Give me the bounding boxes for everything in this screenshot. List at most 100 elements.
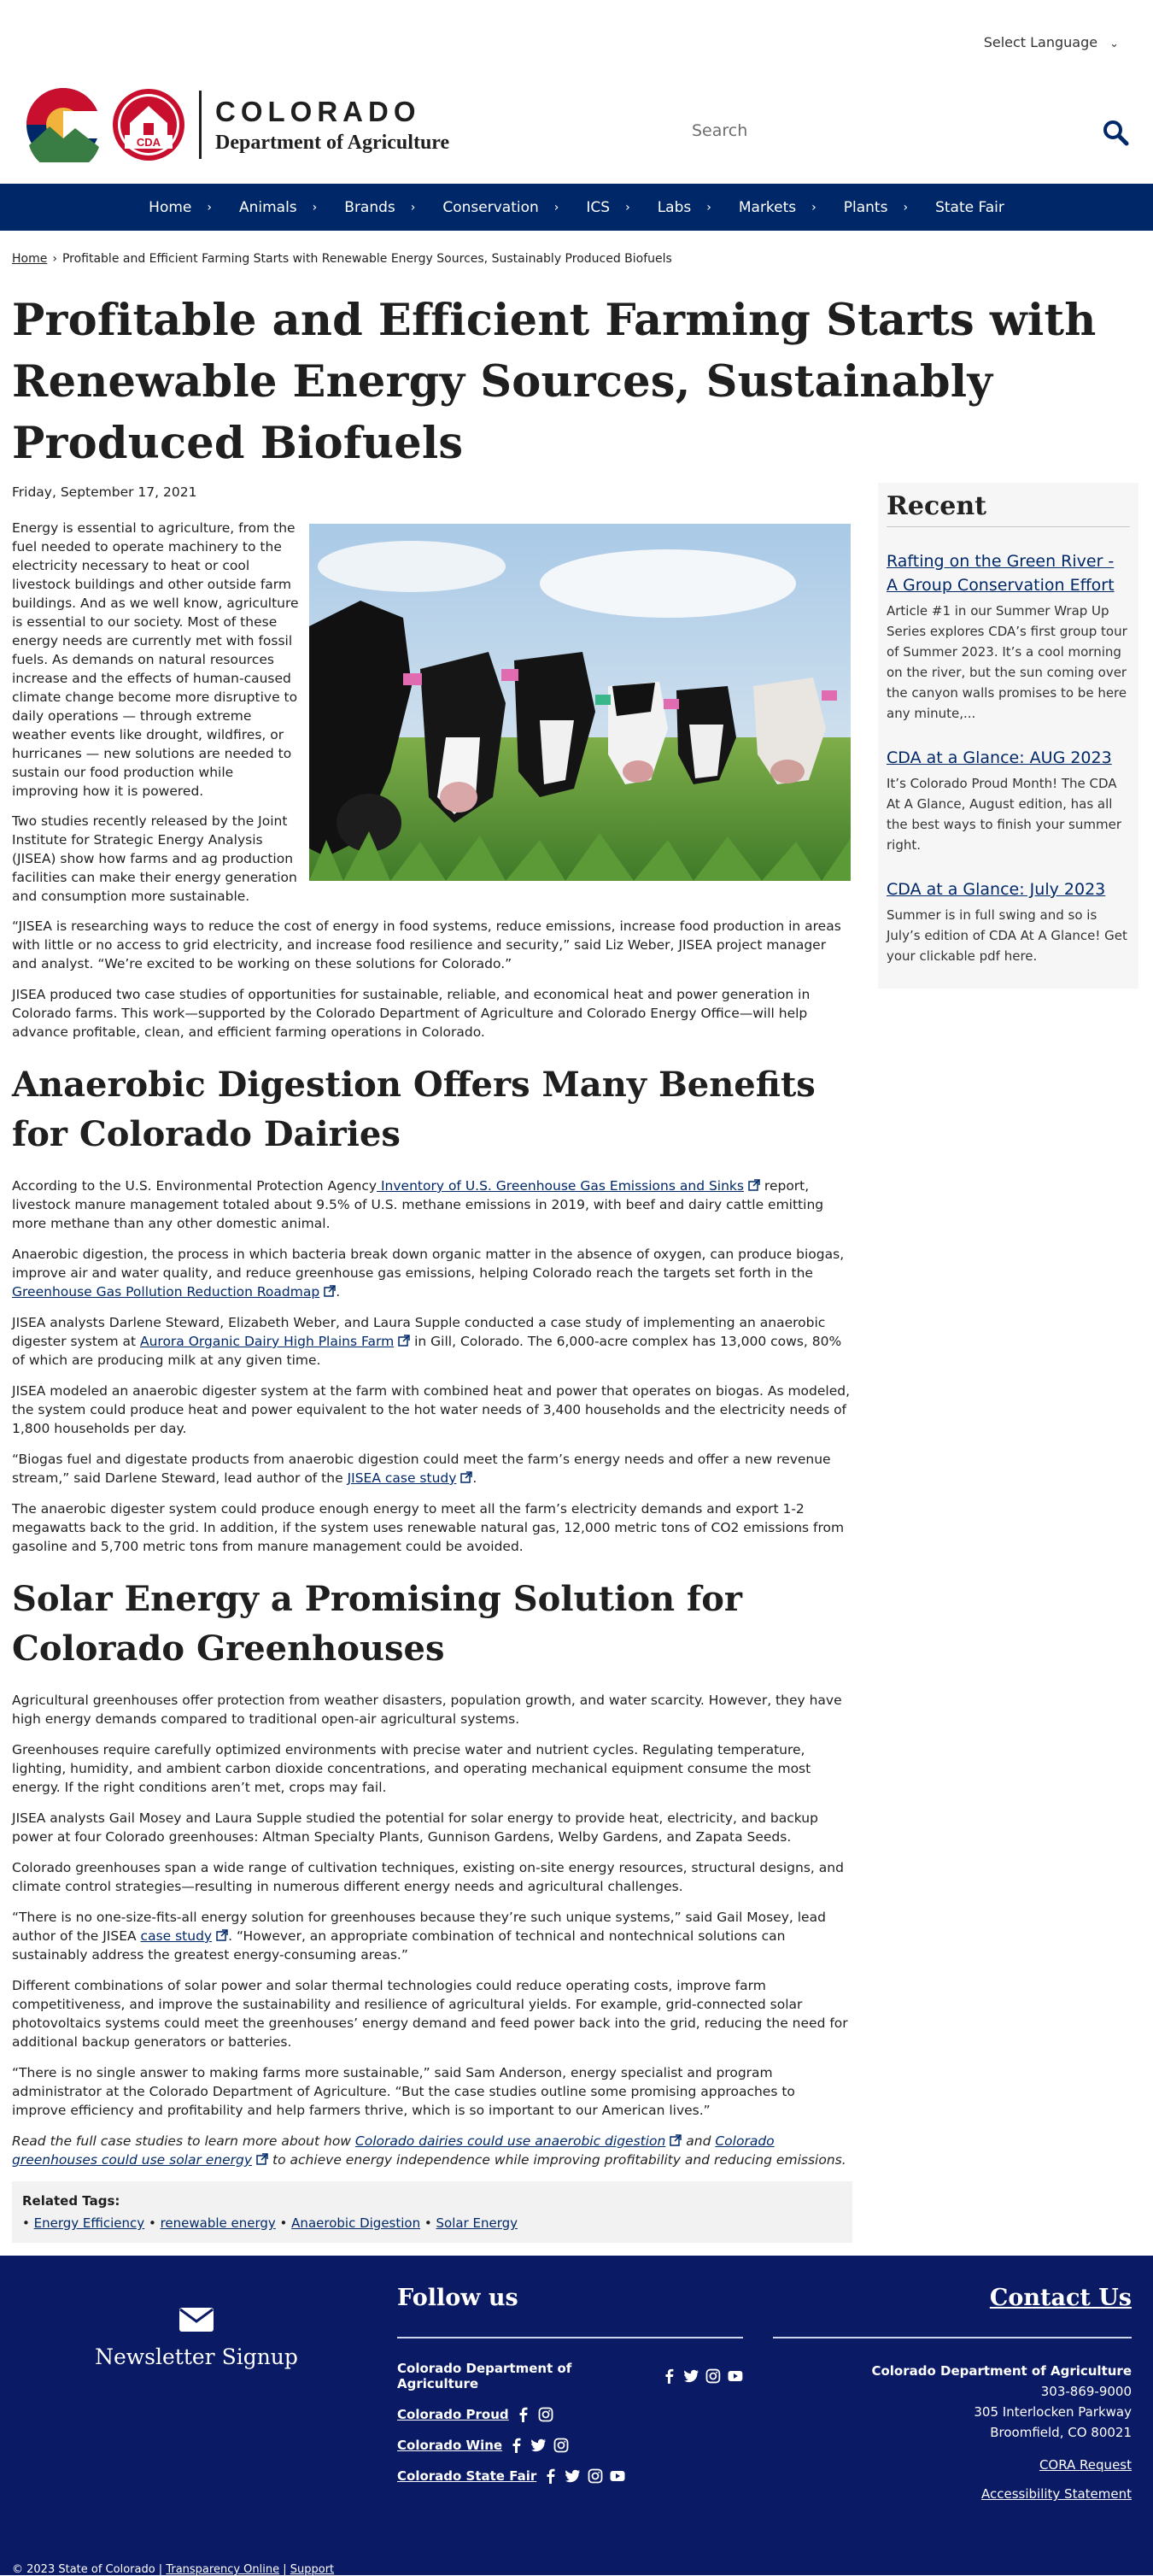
link-label: Colorado dairies could use anaerobic dig… xyxy=(354,2133,666,2149)
chevron-right-icon: › xyxy=(903,200,909,214)
sidebar-heading: Recent xyxy=(887,491,1130,527)
instagram-icon[interactable] xyxy=(705,2368,721,2384)
dairies-digestion-link[interactable]: Colorado dairies could use anaerobic dig… xyxy=(355,2133,682,2149)
article-paragraph: The anaerobic digester system could prod… xyxy=(12,1501,845,1554)
transparency-online-link[interactable]: Transparency Online xyxy=(166,2563,279,2576)
support-link[interactable]: Support xyxy=(290,2563,334,2576)
colorado-c-icon xyxy=(26,88,102,162)
search-icon xyxy=(1103,120,1129,145)
link-label: Greenhouse Gas Pollution Reduction Roadm… xyxy=(12,1284,320,1300)
aurora-dairy-link[interactable]: Aurora Organic Dairy High Plains Farm xyxy=(140,1334,410,1349)
article-paragraph: JISEA analysts Darlene Steward, Elizabet… xyxy=(12,1313,852,1370)
text: According to the U.S. Environmental Prot… xyxy=(12,1178,378,1194)
facebook-icon[interactable] xyxy=(516,2407,531,2422)
contact-block: Contact Us Colorado Department of Agricu… xyxy=(773,2285,1132,2504)
external-link-icon xyxy=(256,2153,268,2165)
chevron-right-icon: › xyxy=(811,200,816,214)
facebook-icon[interactable] xyxy=(662,2368,677,2384)
tag-link[interactable]: Solar Energy xyxy=(436,2215,518,2231)
related-tags-label: Related Tags: xyxy=(22,2193,120,2209)
follow-us: Follow us Colorado Department of Agricul… xyxy=(397,2285,743,2499)
jisea-case-study-link[interactable]: JISEA case study xyxy=(348,1470,473,1486)
cows-hero-image xyxy=(309,524,851,881)
tag-link[interactable]: Anaerobic Digestion xyxy=(291,2215,420,2231)
social-row-label: Colorado Department of Agriculture xyxy=(397,2361,572,2391)
colorado-proud-link[interactable]: Colorado Proud xyxy=(397,2407,509,2422)
article-paragraph: JISEA analysts Gail Mosey and Laura Supp… xyxy=(12,1810,818,1845)
article-paragraph: “Biogas fuel and digestate products from… xyxy=(12,1450,852,1488)
newsletter-signup[interactable]: Newsletter Signup xyxy=(68,2307,325,2369)
nav-item-labs[interactable]: Labs › xyxy=(658,199,711,216)
tag-list: • Energy Efficiency • renewable energy •… xyxy=(22,2215,518,2231)
greenhouse-case-study-link[interactable]: case study xyxy=(141,1928,229,1944)
youtube-icon[interactable] xyxy=(610,2468,625,2484)
colorado-state-fair-link[interactable]: Colorado State Fair xyxy=(397,2468,536,2484)
chevron-right-icon: › xyxy=(553,200,559,214)
recent-item: CDA at a Glance: AUG 2023 It’s Colorado … xyxy=(887,746,1130,855)
social-row: Colorado State Fair xyxy=(397,2468,743,2484)
facebook-icon[interactable] xyxy=(509,2438,524,2453)
colorado-wine-link[interactable]: Colorado Wine xyxy=(397,2438,502,2453)
article-paragraph: Different combinations of solar power an… xyxy=(12,1978,848,2050)
epa-inventory-link[interactable]: Inventory of U.S. Greenhouse Gas Emissio… xyxy=(377,1178,760,1194)
twitter-icon[interactable] xyxy=(683,2368,699,2384)
follow-heading: Follow us xyxy=(397,2285,518,2311)
nav-item-ics[interactable]: ICS › xyxy=(586,199,629,216)
nav-item-plants[interactable]: Plants › xyxy=(844,199,908,216)
instagram-icon[interactable] xyxy=(588,2468,603,2484)
nav-label: Animals xyxy=(238,198,297,216)
instagram-icon[interactable] xyxy=(538,2407,553,2422)
twitter-icon[interactable] xyxy=(531,2438,547,2453)
nav-label: ICS xyxy=(586,198,611,216)
instagram-icon[interactable] xyxy=(553,2438,569,2453)
contact-us-link[interactable]: Contact Us xyxy=(990,2285,1132,2311)
nav-label: Plants xyxy=(843,198,888,216)
recent-item: Rafting on the Green River - A Group Con… xyxy=(887,549,1130,724)
cora-request-link[interactable]: CORA Request xyxy=(1039,2457,1132,2473)
link-label: case study xyxy=(140,1928,213,1944)
youtube-icon[interactable] xyxy=(728,2368,743,2384)
recent-item-link[interactable]: CDA at a Glance: July 2023 xyxy=(887,877,1130,901)
ghg-roadmap-link[interactable]: Greenhouse Gas Pollution Reduction Roadm… xyxy=(12,1284,336,1300)
colorado-agriculture-logo[interactable]: CDA COLORADO Department of Agriculture xyxy=(24,85,468,162)
tag-link[interactable]: renewable energy xyxy=(161,2215,276,2231)
nav-item-brands[interactable]: Brands › xyxy=(344,199,415,216)
article-paragraph: Agricultural greenhouses offer protectio… xyxy=(12,1693,842,1727)
article-paragraph: “There is no single answer to making far… xyxy=(12,2065,795,2118)
nav-item-conservation[interactable]: Conservation › xyxy=(442,199,559,216)
nav-item-state-fair[interactable]: State Fair xyxy=(935,199,1004,216)
chevron-right-icon: › xyxy=(312,200,318,214)
search-button[interactable] xyxy=(1098,116,1133,150)
contact-phone: 303-869-9000 xyxy=(1040,2384,1132,2399)
breadcrumb: Home › Profitable and Efficient Farming St… xyxy=(0,252,1153,266)
text: . xyxy=(472,1470,477,1486)
language-select[interactable]: Select Language ⌄ xyxy=(984,34,1119,50)
chevron-right-icon: › xyxy=(706,200,711,214)
social-row: Colorado Proud xyxy=(397,2407,743,2422)
tag-link[interactable]: Energy Efficiency xyxy=(34,2215,145,2231)
breadcrumb-home-link[interactable]: Home xyxy=(12,252,47,266)
cda-barn-icon xyxy=(113,89,184,161)
site-footer: Newsletter Signup Follow us Colorado Dep… xyxy=(0,2256,1153,2576)
contact-heading: Contact Us xyxy=(773,2285,1132,2311)
article-paragraph: “There is no one-size-fits-all energy so… xyxy=(12,1908,852,1964)
external-link-icon xyxy=(460,1471,473,1483)
link-label: Aurora Organic Dairy High Plains Farm xyxy=(139,1334,395,1349)
text: to achieve energy independence while imp… xyxy=(268,2152,846,2168)
twitter-icon[interactable] xyxy=(565,2468,581,2484)
link-label: Inventory of U.S. Greenhouse Gas Emissio… xyxy=(377,1178,744,1194)
nav-item-home[interactable]: Home › xyxy=(149,199,212,216)
brand-row: CDA COLORADO Department of Agriculture xyxy=(0,68,1153,184)
search-input[interactable] xyxy=(671,109,1030,152)
article-paragraph: Read the full case studies to learn more… xyxy=(12,2132,852,2169)
recent-item-link[interactable]: Rafting on the Green River - A Group Con… xyxy=(887,549,1130,597)
accessibility-statement-link[interactable]: Accessibility Statement xyxy=(981,2486,1132,2502)
nav-label: Conservation xyxy=(442,198,539,216)
nav-item-animals[interactable]: Animals › xyxy=(239,199,317,216)
utility-bar: Select Language ⌄ xyxy=(0,0,1153,68)
facebook-icon[interactable] xyxy=(543,2468,559,2484)
contact-name: Colorado Department of Agriculture xyxy=(871,2363,1132,2379)
main-navigation: Home › Animals › Brands › Conservation › ICS… xyxy=(0,184,1153,231)
nav-item-markets[interactable]: Markets › xyxy=(739,199,816,216)
recent-item-link[interactable]: CDA at a Glance: AUG 2023 xyxy=(887,746,1130,770)
